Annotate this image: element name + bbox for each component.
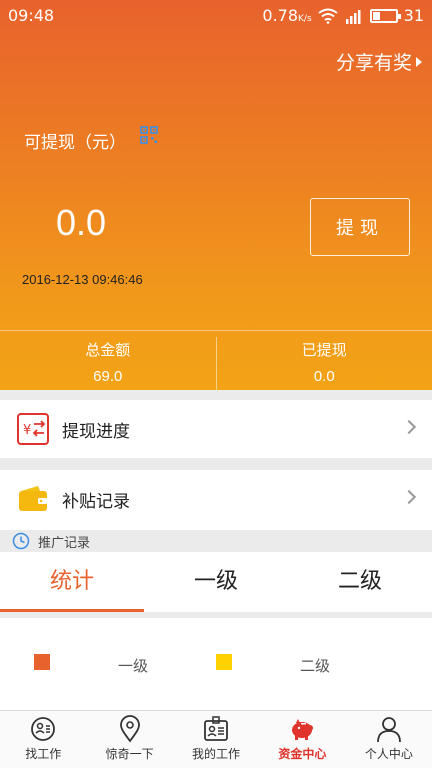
- withdrawn-label: 已提现: [301, 341, 347, 359]
- subsidy-records-label: 补贴记录: [62, 491, 130, 512]
- status-time: 09:48: [8, 6, 55, 25]
- nav-my-work-label: 我的工作: [192, 747, 241, 761]
- signal-icon: [345, 9, 361, 24]
- withdrawn-value: 0.0: [313, 368, 335, 385]
- available-label: 可提现（元）: [24, 133, 126, 153]
- chevron-right-icon: [401, 489, 417, 505]
- battery-level: 31: [403, 6, 424, 25]
- badge-icon: [204, 716, 228, 741]
- wifi-icon: [318, 8, 338, 24]
- withdraw-button[interactable]: 提现: [310, 198, 410, 256]
- nav-my-work[interactable]: 我的工作: [173, 711, 259, 768]
- total-amount-label: 总金额: [85, 341, 131, 359]
- fund-header: 09:48 0.78K/s 31 分享有奖 可提现（元） 0.0 提现 2016…: [0, 0, 432, 390]
- withdraw-progress-label: 提现进度: [62, 421, 130, 442]
- legend-swatch-level-two: [216, 654, 232, 670]
- divider: [0, 390, 432, 400]
- network-speed: 0.78K/s: [262, 6, 312, 25]
- qr-code-icon[interactable]: [140, 126, 158, 144]
- update-timestamp: 2016-12-13 09:46:46: [22, 272, 143, 287]
- nav-surprise-label: 惊奇一下: [105, 747, 154, 761]
- total-amount-value: 69.0: [93, 368, 123, 385]
- status-indicators: 0.78K/s 31: [262, 6, 424, 25]
- location-pin-icon: [119, 715, 140, 743]
- promotion-records-header: 推广记录: [0, 530, 432, 552]
- yuan-exchange-icon: ¥: [17, 413, 49, 445]
- total-amount: 总金额 69.0: [0, 331, 216, 390]
- available-balance: 0.0: [56, 202, 107, 243]
- promotion-records-label: 推广记录: [38, 535, 91, 551]
- chevron-right-icon: [401, 419, 417, 435]
- share-reward-label: 分享有奖: [335, 52, 412, 74]
- nav-surprise[interactable]: 惊奇一下: [86, 711, 172, 768]
- nav-find-job[interactable]: 找工作: [0, 711, 86, 768]
- tab-level-two[interactable]: 二级: [288, 552, 432, 612]
- caret-right-icon: [416, 56, 422, 67]
- nav-fund-center-label: 资金中心: [278, 747, 327, 761]
- nav-find-job-label: 找工作: [25, 747, 62, 761]
- subsidy-records-row[interactable]: 补贴记录: [0, 470, 432, 528]
- legend-swatch-level-one: [34, 654, 50, 670]
- search-job-icon: [31, 717, 56, 741]
- stats-tabs: 统计 一级 二级: [0, 552, 432, 612]
- status-bar: 09:48 0.78K/s 31: [0, 0, 432, 30]
- legend-label-level-two: 二级: [300, 657, 331, 675]
- nav-fund-center[interactable]: 资金中心: [259, 711, 345, 768]
- bottom-navigation: 找工作 惊奇一下 我的工作 资金中心 个人中心: [0, 710, 432, 768]
- tab-level-one[interactable]: 一级: [144, 552, 288, 612]
- nav-profile-label: 个人中心: [364, 747, 413, 761]
- withdraw-progress-row[interactable]: ¥ 提现进度: [0, 400, 432, 458]
- clock-icon: [12, 532, 30, 550]
- nav-profile[interactable]: 个人中心: [346, 711, 432, 768]
- summary-bar: 总金额 69.0 已提现 0.0: [0, 330, 432, 390]
- battery-icon: [369, 8, 401, 23]
- share-reward-link[interactable]: 分享有奖: [336, 48, 422, 75]
- person-icon: [376, 717, 401, 743]
- legend-label-level-one: 一级: [118, 657, 149, 675]
- svg-text:¥: ¥: [23, 423, 31, 438]
- withdrawn-amount: 已提现 0.0: [215, 337, 432, 390]
- network-speed-unit: K/s: [298, 14, 312, 24]
- piggy-bank-icon: [292, 719, 314, 740]
- wallet-icon: [19, 486, 47, 511]
- tab-statistics[interactable]: 统计: [0, 552, 144, 612]
- divider: [0, 458, 432, 470]
